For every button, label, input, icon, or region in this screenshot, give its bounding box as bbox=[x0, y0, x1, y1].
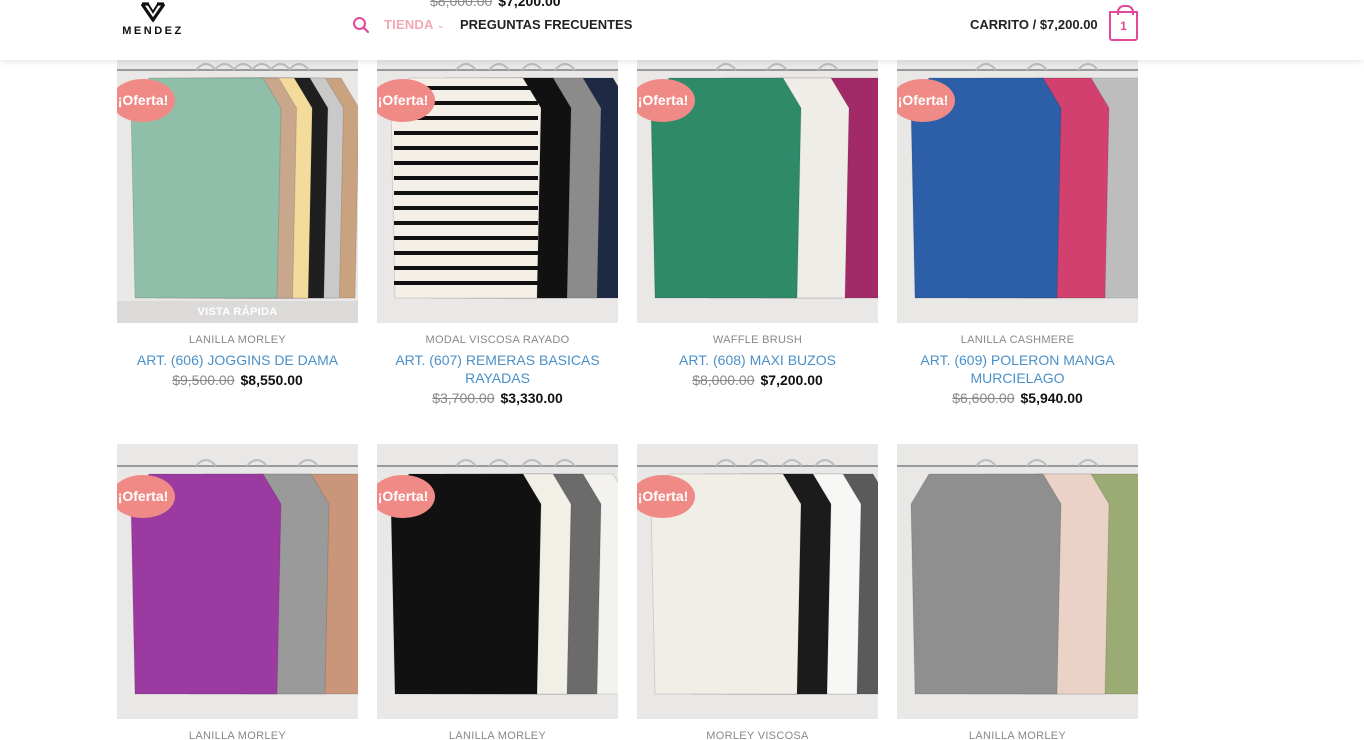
nav-tienda-label: TIENDA bbox=[384, 17, 434, 32]
sale-price: $5,940.00 bbox=[1020, 390, 1083, 406]
product-price: $9,500.00 $8,550.00 bbox=[117, 372, 358, 388]
product-image[interactable]: ¡Oferta! VISTA RÁPIDA bbox=[117, 48, 358, 323]
old-price: $8,000.00 bbox=[692, 372, 755, 388]
sale-price: $8,550.00 bbox=[240, 372, 303, 388]
nav-tienda[interactable]: TIENDA ⌄ bbox=[384, 17, 445, 32]
product-price: $3,700.00 $3,330.00 bbox=[377, 390, 618, 406]
product-image[interactable] bbox=[897, 444, 1138, 719]
sale-price: $7,200.00 bbox=[498, 0, 561, 9]
sale-price: $7,200.00 bbox=[760, 372, 823, 388]
product-card[interactable]: ¡Oferta! MORLEY VISCOSA bbox=[637, 444, 878, 740]
cart-link[interactable]: CARRITO / $7,200.00 bbox=[970, 17, 1098, 32]
sale-price: $3,330.00 bbox=[500, 390, 563, 406]
product-category: WAFFLE BRUSH bbox=[712, 334, 803, 346]
product-title-link[interactable]: ART. (608) MAXI BUZOS bbox=[637, 351, 878, 369]
product-card[interactable]: LANILLA MORLEY bbox=[897, 444, 1138, 740]
brand-name: MENDEZ bbox=[122, 25, 184, 37]
chevron-down-icon: ⌄ bbox=[436, 20, 446, 31]
product-card[interactable]: ¡Oferta! LANILLA MORLEY bbox=[377, 444, 618, 740]
old-price: $6,600.00 bbox=[952, 390, 1015, 406]
cart-count-icon[interactable]: 1 bbox=[1109, 5, 1138, 41]
product-category: MORLEY VISCOSA bbox=[706, 730, 809, 740]
site-header: MENDEZ TIENDA ⌄ PREGUNTAS FRECUENTES CARR… bbox=[0, 0, 1364, 60]
brand-logo[interactable]: MENDEZ bbox=[117, 2, 189, 42]
product-category: LANILLA MORLEY bbox=[188, 334, 287, 346]
product-card[interactable]: ¡Oferta! MODAL VISCOSA RAYADO ART. (607) R… bbox=[377, 48, 618, 406]
product-title-link[interactable]: ART. (607) REMERAS BASICAS RAYADAS bbox=[377, 351, 618, 387]
product-card[interactable]: ¡Oferta! LANILLA CASHMERE ART. (609) POLER… bbox=[897, 48, 1138, 406]
product-category: LANILLA CASHMERE bbox=[960, 334, 1075, 346]
product-category: LANILLA MORLEY bbox=[968, 730, 1067, 740]
product-image[interactable]: ¡Oferta! bbox=[637, 444, 878, 719]
product-price: $6,600.00 $5,940.00 bbox=[897, 390, 1138, 406]
product-title-link[interactable]: ART. (606) JOGGINS DE DAMA bbox=[117, 351, 358, 369]
product-title-link[interactable]: ART. (609) POLERON MANGA MURCIELAGO bbox=[897, 351, 1138, 387]
product-category: LANILLA MORLEY bbox=[188, 730, 287, 740]
product-category: LANILLA MORLEY bbox=[448, 730, 547, 740]
old-price: $8,000.00 bbox=[430, 0, 493, 9]
nav-preguntas-frecuentes[interactable]: PREGUNTAS FRECUENTES bbox=[460, 17, 632, 32]
old-price: $3,700.00 bbox=[432, 390, 495, 406]
product-image[interactable]: ¡Oferta! bbox=[377, 444, 618, 719]
previous-row-price: $8,000.00 $7,200.00 bbox=[430, 0, 561, 9]
search-icon[interactable] bbox=[352, 16, 370, 34]
product-price: $8,000.00 $7,200.00 bbox=[637, 372, 878, 388]
product-category: MODAL VISCOSA RAYADO bbox=[425, 334, 570, 346]
logo-mark-icon bbox=[140, 2, 166, 22]
quick-view-button[interactable]: VISTA RÁPIDA bbox=[117, 301, 358, 323]
product-card[interactable]: ¡Oferta! VISTA RÁPIDA LANILLA MORLEY ART. (… bbox=[117, 48, 358, 388]
product-image[interactable]: ¡Oferta! bbox=[117, 444, 358, 719]
product-image[interactable]: ¡Oferta! bbox=[377, 48, 618, 323]
product-image[interactable]: ¡Oferta! bbox=[637, 48, 878, 323]
product-card[interactable]: ¡Oferta! LANILLA MORLEY bbox=[117, 444, 358, 740]
product-image[interactable]: ¡Oferta! bbox=[897, 48, 1138, 323]
product-card[interactable]: ¡Oferta! WAFFLE BRUSH ART. (608) MAXI BUZO… bbox=[637, 48, 878, 388]
old-price: $9,500.00 bbox=[172, 372, 235, 388]
